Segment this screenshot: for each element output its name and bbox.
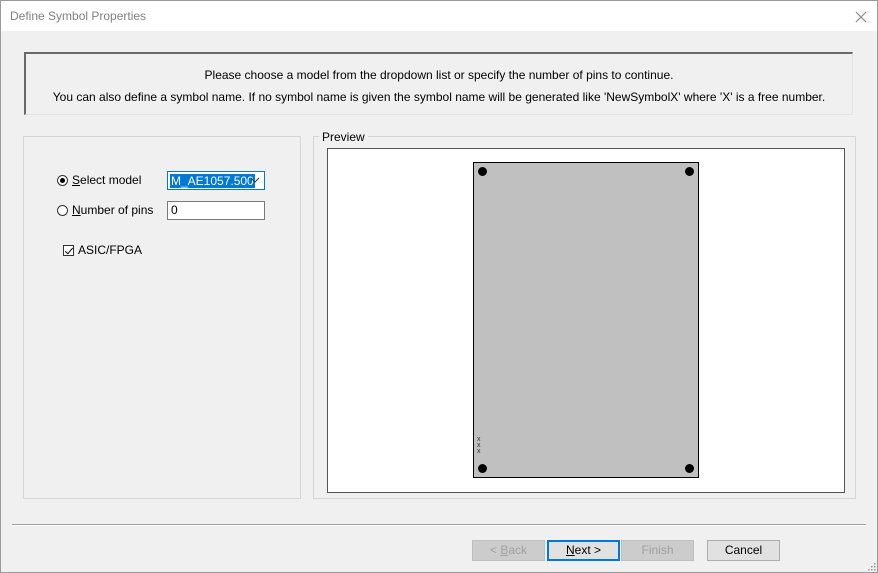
asic-fpga-label: ASIC/FPGA xyxy=(78,243,143,257)
pin-bottom-right xyxy=(685,464,694,473)
number-of-pins-radio[interactable] xyxy=(57,204,68,216)
finish-button[interactable]: Finish xyxy=(621,540,694,561)
select-model-label: Select model xyxy=(72,173,142,187)
instructions-panel: Please choose a model from the dropdown … xyxy=(24,52,853,115)
instructions-line-1: Please choose a model from the dropdown … xyxy=(204,68,674,82)
button-separator xyxy=(12,524,866,526)
number-of-pins-input[interactable]: 0 xyxy=(167,201,265,220)
cancel-button[interactable]: Cancel xyxy=(707,540,780,561)
options-panel xyxy=(23,136,301,499)
back-button[interactable]: < Back xyxy=(472,540,545,561)
asic-fpga-checkbox[interactable] xyxy=(63,244,74,256)
model-dropdown-value: M_AE1057.500 xyxy=(170,174,255,188)
close-icon[interactable] xyxy=(851,7,871,27)
select-model-option[interactable]: Select model xyxy=(57,173,141,187)
instructions-line-2: You can also define a symbol name. If no… xyxy=(52,90,826,104)
resize-grip-icon[interactable] xyxy=(866,561,876,571)
next-button[interactable]: Next > xyxy=(547,540,620,561)
pin-top-right xyxy=(685,167,694,176)
title-bar[interactable]: Define Symbol Properties xyxy=(1,1,877,31)
pin-top-left xyxy=(478,167,487,176)
window-title: Define Symbol Properties xyxy=(10,9,147,23)
select-model-radio[interactable] xyxy=(57,174,68,186)
asic-fpga-option[interactable]: ASIC/FPGA xyxy=(63,243,142,257)
pin-bottom-left xyxy=(478,464,487,473)
preview-label: Preview xyxy=(319,130,368,144)
symbol-preview: xxx xyxy=(473,162,699,478)
number-of-pins-option[interactable]: Number of pins xyxy=(57,203,153,217)
chevron-down-icon[interactable] xyxy=(249,172,261,189)
number-of-pins-label: Number of pins xyxy=(72,203,154,217)
model-dropdown[interactable]: M_AE1057.500 xyxy=(167,171,265,190)
close-x-glyph xyxy=(855,11,867,23)
symbol-name-placeholder: xxx xyxy=(477,436,481,455)
